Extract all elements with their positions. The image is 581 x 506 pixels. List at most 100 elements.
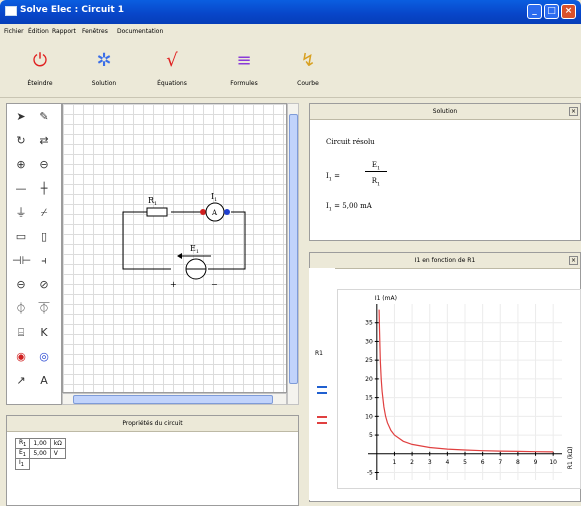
curve-icon: ↯	[300, 50, 316, 71]
plot-area[interactable]: 1 2 3 4 5 6 7 8 9 10 -5 5 10 15 20 25 30 35 I1 (mA) R1 (kΩ)	[337, 289, 581, 489]
current-source-icon[interactable]: ⊘	[35, 276, 53, 294]
series-line	[378, 309, 554, 453]
x-tick-label: 10	[549, 459, 557, 466]
toolbar-label: Éteindre	[27, 80, 53, 87]
circuit-canvas[interactable]: R1 I1 A E1 + −	[62, 103, 287, 393]
x-tick-label: 1	[393, 459, 397, 466]
canvas-vertical-scrollbar[interactable]	[287, 103, 299, 405]
ground-icon[interactable]: ⏚	[12, 204, 30, 222]
x-axis-label: R1 (kΩ)	[567, 446, 574, 469]
capacitor-icon[interactable]: ⊣⊢	[12, 252, 31, 270]
close-icon[interactable]: ×	[569, 107, 578, 116]
resistor-icon[interactable]: ▭	[12, 228, 30, 246]
y-tick-label: 15	[365, 395, 373, 402]
y-tick-label: 35	[365, 320, 373, 327]
pan-tool-icon[interactable]: ✎	[35, 108, 53, 126]
properties-table: R1 1,00 kΩ E1 5,00 V I1	[14, 437, 66, 470]
menu-edition[interactable]: Édition	[28, 28, 49, 35]
scroll-thumb[interactable]	[289, 114, 298, 384]
x-tick-label: 3	[428, 459, 432, 466]
scroll-thumb[interactable]	[73, 395, 273, 404]
curve-settings-icon[interactable]	[317, 416, 327, 424]
close-icon[interactable]: ×	[569, 256, 578, 265]
toolbar-button-courbe[interactable]: ↯ Courbe	[284, 44, 332, 94]
zoom-in-icon[interactable]: ⊕	[12, 156, 30, 174]
flip-tool-icon[interactable]: ⇄	[35, 132, 53, 150]
y-tick-label: 5	[369, 432, 373, 439]
menu-fenetres[interactable]: Fenêtres	[82, 28, 108, 35]
toolbar-label: Courbe	[297, 80, 319, 87]
text-tool-icon[interactable]: A	[35, 372, 53, 390]
voltage-source-icon[interactable]: ⊖	[12, 276, 30, 294]
toolbar-button-formules[interactable]: ≡ Formules	[220, 44, 268, 94]
solution-title: Solution	[432, 108, 458, 115]
x-tick-label: 9	[534, 459, 538, 466]
solution-status: Circuit résolu	[326, 138, 375, 146]
prop-name: R1	[14, 437, 31, 450]
toolbar-button-equations[interactable]: √ Équations	[148, 44, 196, 94]
source-plus: +	[170, 280, 177, 289]
diode-icon[interactable]: K	[35, 324, 53, 342]
node-icon[interactable]: ┼	[35, 180, 53, 198]
y-tick-label: 30	[365, 338, 373, 345]
toolbar-label: Solution	[91, 80, 117, 87]
close-button[interactable]: ×	[561, 4, 576, 19]
transformer-icon[interactable]: ⌸	[12, 324, 30, 342]
prop-value[interactable]: 5,00	[29, 448, 51, 460]
circuit-diagram: R1 I1 A E1 + −	[122, 192, 246, 289]
toolbar-button-solution[interactable]: ✲ Solution	[80, 44, 128, 94]
toolbar-label: Formules	[230, 80, 258, 87]
probe-icon[interactable]: ↗	[12, 372, 30, 390]
resistor-r1	[146, 207, 168, 217]
axis-settings-icon[interactable]	[317, 386, 327, 394]
table-row[interactable]: R1 1,00 kΩ	[14, 437, 66, 450]
gear-icon: ✲	[96, 50, 112, 71]
source-label: E1	[190, 244, 199, 255]
x-tick-label: 6	[481, 459, 485, 466]
graph-title: I1 en fonction de R1	[414, 257, 476, 264]
zoom-out-icon[interactable]: ⊖	[35, 156, 53, 174]
y-tick-label: -5	[367, 470, 373, 477]
lamp-vertical-icon[interactable]: ⏁	[35, 300, 53, 318]
y-tick-label: 10	[365, 413, 373, 420]
select-tool-icon[interactable]: ➤	[12, 108, 30, 126]
canvas-horizontal-scrollbar[interactable]	[62, 393, 287, 405]
equals-icon: ≡	[236, 50, 252, 71]
solution-header: Solution ×	[310, 104, 580, 120]
source-arrow	[177, 253, 182, 259]
graph-x-variable[interactable]: R1	[315, 350, 323, 357]
rotate-tool-icon[interactable]: ↻	[12, 132, 30, 150]
prop-value[interactable]: 1,00	[29, 437, 51, 450]
x-tick-label: 7	[498, 459, 502, 466]
lamp-icon[interactable]: ⏀	[12, 300, 30, 318]
window-title: Solve Elec : Circuit 1	[20, 5, 125, 15]
menu-bar: Fichier Édition Rapport Fenêtres Documen…	[0, 24, 581, 40]
menu-fichier[interactable]: Fichier	[4, 28, 24, 35]
voltmeter-icon[interactable]: ◎	[35, 348, 53, 366]
table-row[interactable]: I1	[14, 458, 66, 470]
switch-icon[interactable]: ⌿	[35, 204, 53, 222]
resistor-vertical-icon[interactable]: ▯	[35, 228, 53, 246]
chart-svg: 1 2 3 4 5 6 7 8 9 10 -5 5 10 15 20 25 30 35 I1 (mA) R1 (kΩ)	[365, 295, 574, 480]
x-tick-label: 5	[463, 459, 467, 466]
solution-panel: Solution × Circuit résolu I1 = E1 R1 I1 …	[309, 103, 581, 241]
y-axis-label: I1 (mA)	[375, 295, 397, 302]
menu-rapport[interactable]: Rapport	[52, 28, 76, 35]
ammeter-a1-terminal-plus	[200, 209, 206, 215]
wire-icon[interactable]: —	[12, 180, 30, 198]
ammeter-symbol: A	[211, 209, 218, 217]
y-tick-label: 20	[365, 376, 373, 383]
minimize-button[interactable]: _	[527, 4, 542, 19]
table-row[interactable]: E1 5,00 V	[14, 448, 66, 460]
sqrt-icon: √	[166, 50, 178, 71]
prop-unit: V	[49, 448, 66, 460]
toolbar-button-eteindre[interactable]: ⏻ Éteindre	[16, 44, 64, 94]
ammeter-icon[interactable]: ◉	[12, 348, 30, 366]
capacitor-vertical-icon[interactable]: ⫞	[35, 252, 53, 270]
app-icon	[5, 6, 17, 16]
ammeter-a1-terminal-minus	[224, 209, 230, 215]
menu-documentation[interactable]: Documentation	[117, 28, 163, 35]
prop-unit: kΩ	[49, 437, 66, 450]
maximize-button[interactable]: □	[544, 4, 559, 19]
x-tick-label: 8	[516, 459, 520, 466]
